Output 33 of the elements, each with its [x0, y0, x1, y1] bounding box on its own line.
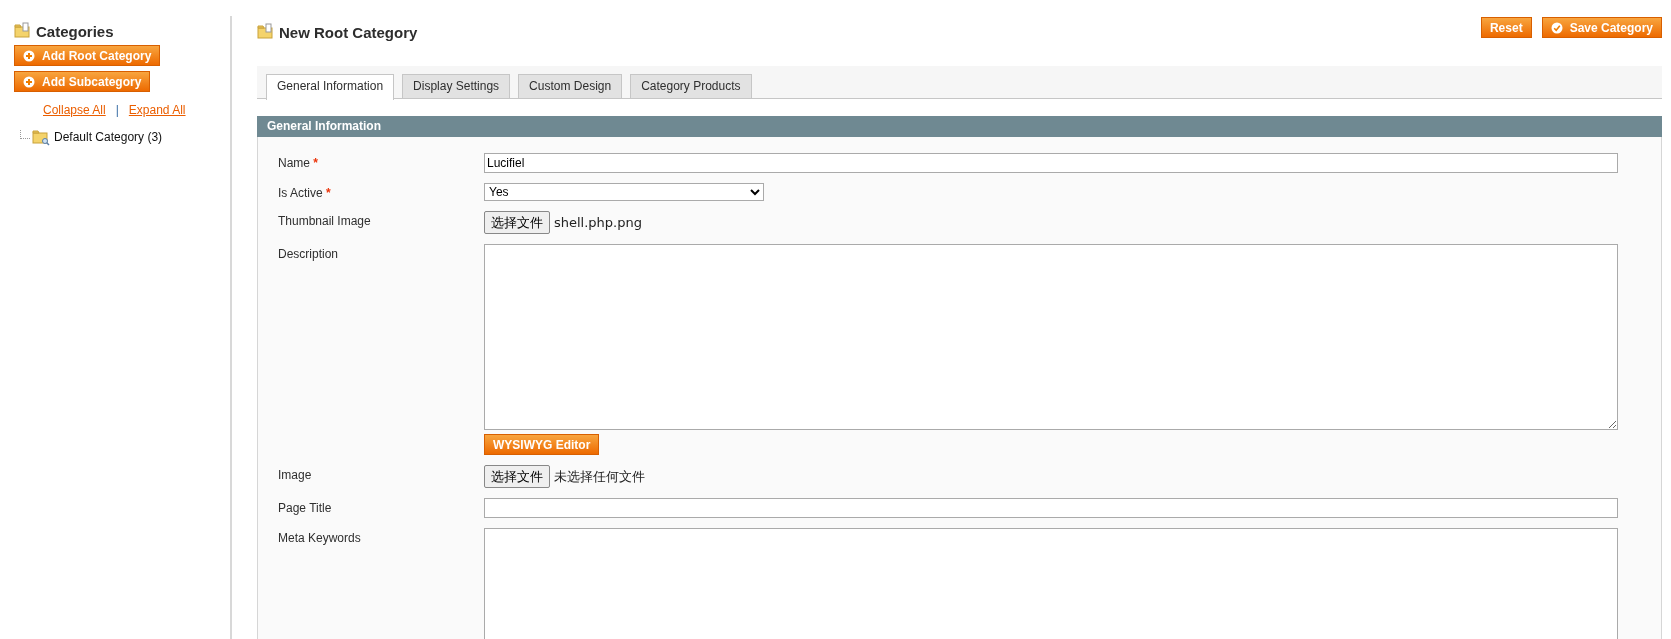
section-header: General Information [257, 116, 1662, 137]
check-icon [1550, 21, 1563, 34]
tree-link[interactable]: Expand All [128, 103, 186, 117]
choose-file-button[interactable]: 选择文件 [484, 211, 550, 234]
choose-file-button[interactable]: 选择文件 [484, 465, 550, 488]
field-label: Is Active * [278, 185, 332, 201]
tab[interactable]: Custom Design [518, 74, 623, 98]
page-title: New Root Category [279, 23, 418, 41]
input-field[interactable]: Lucifiel [484, 153, 1618, 173]
tree-item[interactable]: Default Category (3) [54, 130, 163, 144]
select-field[interactable]: Yes [484, 183, 764, 201]
tree-link[interactable]: Collapse All [43, 103, 106, 117]
folder-icon [14, 22, 32, 40]
link-separator: | [115, 103, 119, 117]
text-area[interactable] [484, 244, 1618, 430]
sidebar-title: Categories [36, 22, 114, 40]
input-field[interactable] [484, 498, 1618, 518]
tab[interactable]: Category Products [630, 74, 752, 98]
add-icon [23, 75, 35, 88]
folder-icon [257, 23, 275, 41]
add-icon [23, 49, 35, 62]
file-name: shell.php.png [554, 215, 642, 230]
field-label: Meta Keywords [278, 530, 362, 547]
field-label: Description [278, 246, 340, 263]
field-label: Thumbnail Image [278, 213, 372, 230]
field-label: Image [278, 467, 313, 484]
file-name: 未选择任何文件 [554, 467, 645, 486]
field-label: Name * [278, 155, 320, 172]
field-label: Page Title [278, 500, 333, 517]
tab[interactable]: Display Settings [402, 74, 511, 98]
folder-search-icon [32, 128, 50, 146]
tab[interactable]: General Information [266, 74, 395, 100]
tree-line [20, 129, 30, 139]
